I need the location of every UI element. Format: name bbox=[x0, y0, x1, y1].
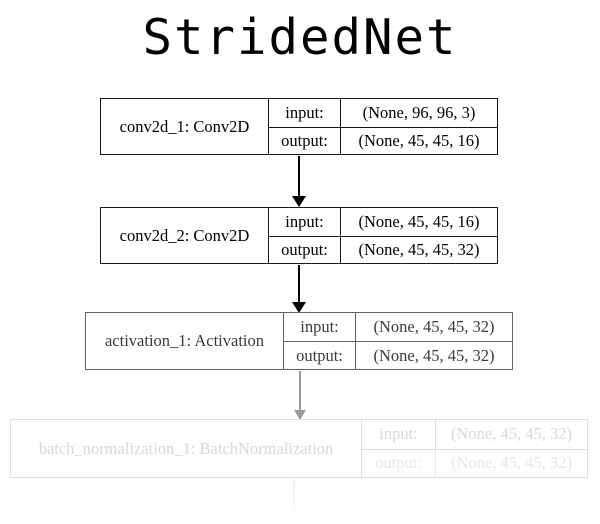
input-shape-value: (None, 96, 96, 3) bbox=[362, 102, 476, 122]
layer-io-table-conv2d_2: input: (None, 45, 45, 16) output: (None,… bbox=[269, 208, 497, 263]
output-label: output: bbox=[362, 449, 436, 477]
output-shape-value: (None, 45, 45, 32) bbox=[373, 345, 495, 365]
arrow-head-icon bbox=[292, 196, 306, 207]
edge-arrow-activation_1-to-batch_normalization_1 bbox=[293, 371, 307, 420]
arrow-shaft bbox=[297, 265, 301, 302]
output-shape-value: (None, 45, 45, 32) bbox=[358, 239, 480, 259]
model-architecture-diagram: StridedNet conv2d_1: Conv2D input: (None… bbox=[0, 0, 600, 524]
layer-node-activation_1[interactable]: activation_1: Activation input: (None, 4… bbox=[85, 312, 513, 370]
output-shape-value: (None, 45, 45, 16) bbox=[358, 130, 480, 150]
output-label: output: bbox=[284, 342, 356, 369]
edge-arrow-trailing-stub bbox=[293, 479, 295, 523]
layer-output-row-conv2d_2: output: (None, 45, 45, 32) bbox=[269, 235, 497, 263]
page-title: StridedNet bbox=[142, 9, 458, 66]
input-shape-value: (None, 45, 45, 32) bbox=[373, 317, 495, 336]
layer-io-table-batch_normalization_1: input: (None, 45, 45, 32) output: (None,… bbox=[362, 420, 587, 477]
layer-output-row-activation_1: output: (None, 45, 45, 32) bbox=[284, 341, 512, 369]
output-label: output: bbox=[269, 236, 341, 263]
input-label: input: bbox=[284, 313, 356, 341]
layer-name-conv2d_1: conv2d_1: Conv2D bbox=[101, 99, 269, 154]
output-shape-value: (None, 45, 45, 32) bbox=[451, 453, 572, 473]
output-label: output: bbox=[269, 127, 341, 154]
input-label: input: bbox=[362, 420, 436, 449]
layer-node-batch_normalization_1[interactable]: batch_normalization_1: BatchNormalizatio… bbox=[10, 419, 588, 478]
edge-arrow-conv2d_1-to-conv2d_2 bbox=[292, 156, 306, 207]
layer-io-table-activation_1: input: (None, 45, 45, 32) output: (None,… bbox=[284, 313, 512, 369]
input-shape-value: (None, 45, 45, 32) bbox=[451, 424, 572, 444]
layer-name-activation_1: activation_1: Activation bbox=[86, 313, 284, 369]
layer-input-row-batch_normalization_1: input: (None, 45, 45, 32) bbox=[362, 420, 587, 449]
layer-node-conv2d_1[interactable]: conv2d_1: Conv2D input: (None, 96, 96, 3… bbox=[100, 98, 498, 155]
edge-arrow-conv2d_2-to-activation_1 bbox=[292, 265, 306, 313]
arrow-shaft bbox=[297, 156, 301, 196]
layer-name-conv2d_2: conv2d_2: Conv2D bbox=[101, 208, 269, 263]
layer-input-row-conv2d_1: input: (None, 96, 96, 3) bbox=[269, 99, 497, 127]
input-label: input: bbox=[269, 208, 341, 236]
arrow-shaft bbox=[299, 371, 301, 410]
input-shape-value: (None, 45, 45, 16) bbox=[358, 211, 480, 231]
layer-input-row-activation_1: input: (None, 45, 45, 32) bbox=[284, 313, 512, 341]
input-label: input: bbox=[269, 99, 341, 127]
layer-output-row-batch_normalization_1: output: (None, 45, 45, 32) bbox=[362, 448, 587, 477]
layer-output-row-conv2d_1: output: (None, 45, 45, 16) bbox=[269, 126, 497, 154]
layer-name-batch_normalization_1: batch_normalization_1: BatchNormalizatio… bbox=[11, 420, 362, 477]
layer-io-table-conv2d_1: input: (None, 96, 96, 3) output: (None, … bbox=[269, 99, 497, 154]
layer-input-row-conv2d_2: input: (None, 45, 45, 16) bbox=[269, 208, 497, 236]
layer-node-conv2d_2[interactable]: conv2d_2: Conv2D input: (None, 45, 45, 1… bbox=[100, 207, 498, 264]
